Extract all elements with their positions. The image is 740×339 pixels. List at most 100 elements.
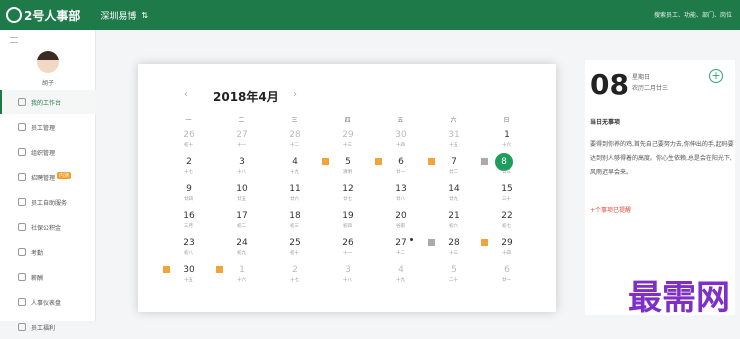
calendar-day[interactable]: 27 十二 — [374, 238, 427, 266]
calendar-day[interactable]: 21 初六 — [427, 211, 480, 239]
calendar-day[interactable]: 26 初十 — [162, 130, 215, 158]
sidebar-item-0[interactable]: 我的工作台 — [0, 90, 96, 114]
calendar-day[interactable]: 30 十五 — [162, 265, 215, 293]
calendar-day[interactable]: 13 廿八 — [374, 184, 427, 212]
sidebar-item-7[interactable]: 薪酬 — [0, 265, 96, 289]
calendar-day[interactable]: 28 十三 — [427, 238, 480, 266]
calendar-day[interactable]: 29 十四 — [480, 238, 533, 266]
calendar-day[interactable]: 6 廿一 — [374, 157, 427, 185]
menu-item-icon — [18, 148, 26, 156]
sidebar-item-2[interactable]: 组织管理 — [0, 140, 96, 164]
day-number: 2 — [186, 157, 192, 167]
calendar-day[interactable]: 31 十五 — [427, 130, 480, 158]
reminder-link[interactable]: +个事项已提醒 — [590, 205, 631, 214]
weekday-header: 四 — [344, 117, 351, 124]
calendar-day[interactable]: 1 十六 — [215, 265, 268, 293]
menu-collapse-icon[interactable] — [10, 37, 18, 43]
next-month-chevron-right-icon[interactable]: › — [293, 89, 303, 100]
event-marker-icon — [163, 266, 170, 273]
sidebar-item-label: 考勤 — [31, 249, 44, 257]
calendar-day[interactable]: 5 二十 — [427, 265, 480, 293]
sidebar-item-9[interactable]: 员工福利 — [0, 315, 96, 339]
sidebar-item-6[interactable]: 考勤 — [0, 240, 96, 264]
day-number: 1 — [239, 265, 245, 275]
calendar-day[interactable]: 2 十七 — [162, 157, 215, 185]
notice-title: 当日无事项 — [590, 119, 621, 126]
calendar-day[interactable]: 12 廿七 — [321, 184, 374, 212]
sidebar-item-3[interactable]: 招聘管理 内测 — [0, 165, 96, 189]
day-number: 29 — [501, 238, 513, 248]
calendar-day[interactable]: 28 十二 — [268, 130, 321, 158]
calendar-day[interactable]: 11 廿六 — [268, 184, 321, 212]
calendar-day[interactable]: 6 廿一 — [480, 265, 533, 293]
sidebar-item-5[interactable]: 社保公积金 — [0, 215, 96, 239]
swap-icon[interactable]: ⇅ — [141, 11, 148, 20]
company-name: 深圳易博 — [100, 11, 137, 22]
event-marker-icon — [481, 158, 488, 165]
calendar-day[interactable]: 29 十三 — [321, 130, 374, 158]
weekday-header: 二 — [238, 117, 245, 124]
company-selector[interactable]: 深圳易博 ⇅ — [100, 9, 148, 22]
sidebar-item-4[interactable]: 员工自助服务 — [0, 190, 96, 214]
lunar-label: 初九 — [237, 251, 246, 256]
day-number: 14 — [448, 184, 460, 194]
calendar-day[interactable]: 7 廿二 — [427, 157, 480, 185]
search-input[interactable]: 搜索员工、功能、部门、岗位 — [654, 10, 732, 19]
calendar-day[interactable]: 23 初八 — [162, 238, 215, 266]
calendar-day[interactable]: 3 十八 — [215, 157, 268, 185]
calendar-day[interactable]: 8 廿三 — [480, 153, 533, 185]
calendar-day[interactable]: 25 初十 — [268, 238, 321, 266]
event-marker-icon — [481, 239, 488, 246]
day-number: 30 — [183, 265, 195, 275]
calendar-day[interactable]: 30 十四 — [374, 130, 427, 158]
lunar-label: 谷雨 — [396, 224, 405, 229]
calendar-day[interactable]: 14 廿九 — [427, 184, 480, 212]
day-number: 18 — [289, 211, 301, 221]
menu-item-icon — [18, 298, 26, 306]
top-navigation-bar: 2号人事部 深圳易博 ⇅ 搜索员工、功能、部门、岗位 — [0, 0, 740, 30]
day-number: 7 — [451, 157, 457, 167]
lunar-label: 十一 — [237, 143, 246, 148]
lunar-label: 廿八 — [396, 197, 405, 202]
calendar-day[interactable]: 24 初九 — [215, 238, 268, 266]
sidebar-item-label: 社保公积金 — [31, 224, 62, 232]
lunar-label: 廿二 — [449, 170, 458, 175]
day-number: 29 — [342, 130, 354, 140]
calendar-day[interactable]: 4 十九 — [374, 265, 427, 293]
sidebar-item-1[interactable]: 员工管理 — [0, 115, 96, 139]
day-number: 17 — [236, 211, 248, 221]
calendar-day[interactable]: 2 十七 — [268, 265, 321, 293]
calendar-day[interactable]: 9 廿四 — [162, 184, 215, 212]
day-number: 25 — [289, 238, 301, 248]
calendar-day[interactable]: 19 初四 — [321, 211, 374, 239]
calendar-day[interactable]: 18 初三 — [268, 211, 321, 239]
calendar-day[interactable]: 16 三月 — [162, 211, 215, 239]
calendar-day[interactable]: 17 初二 — [215, 211, 268, 239]
menu-item-icon — [18, 198, 26, 206]
calendar-day[interactable]: 10 廿五 — [215, 184, 268, 212]
calendar-day[interactable]: 20 谷雨 — [374, 211, 427, 239]
calendar-day[interactable]: 22 初七 — [480, 211, 533, 239]
calendar-day[interactable]: 4 十九 — [268, 157, 321, 185]
previous-month-chevron-left-icon[interactable]: ‹ — [184, 89, 194, 100]
weekday-header: 六 — [450, 117, 457, 124]
calendar-day[interactable]: 26 十一 — [321, 238, 374, 266]
calendar-day[interactable]: 3 十八 — [321, 265, 374, 293]
lunar-label: 十九 — [396, 278, 405, 283]
day-number: 10 — [236, 184, 248, 194]
day-number: 9 — [186, 184, 192, 194]
watermark: 最需网 — [628, 278, 730, 318]
lunar-label: 廿一 — [502, 278, 511, 283]
day-number: 22 — [501, 211, 513, 221]
day-number: 5 — [451, 265, 457, 275]
add-event-button[interactable]: + — [709, 69, 723, 83]
sidebar-item-label: 薪酬 — [31, 274, 44, 282]
lunar-label: 十二 — [290, 143, 299, 148]
lunar-label: 十八 — [343, 278, 352, 283]
sidebar-item-8[interactable]: 人事仪表盘 — [0, 290, 96, 314]
calendar-day[interactable]: 5 清明 — [321, 157, 374, 185]
calendar-day[interactable]: 15 三十 — [480, 184, 533, 212]
calendar-day[interactable]: 27 十一 — [215, 130, 268, 158]
sidebar-item-label: 员工福利 — [31, 324, 56, 332]
day-number: 6 — [398, 157, 404, 167]
